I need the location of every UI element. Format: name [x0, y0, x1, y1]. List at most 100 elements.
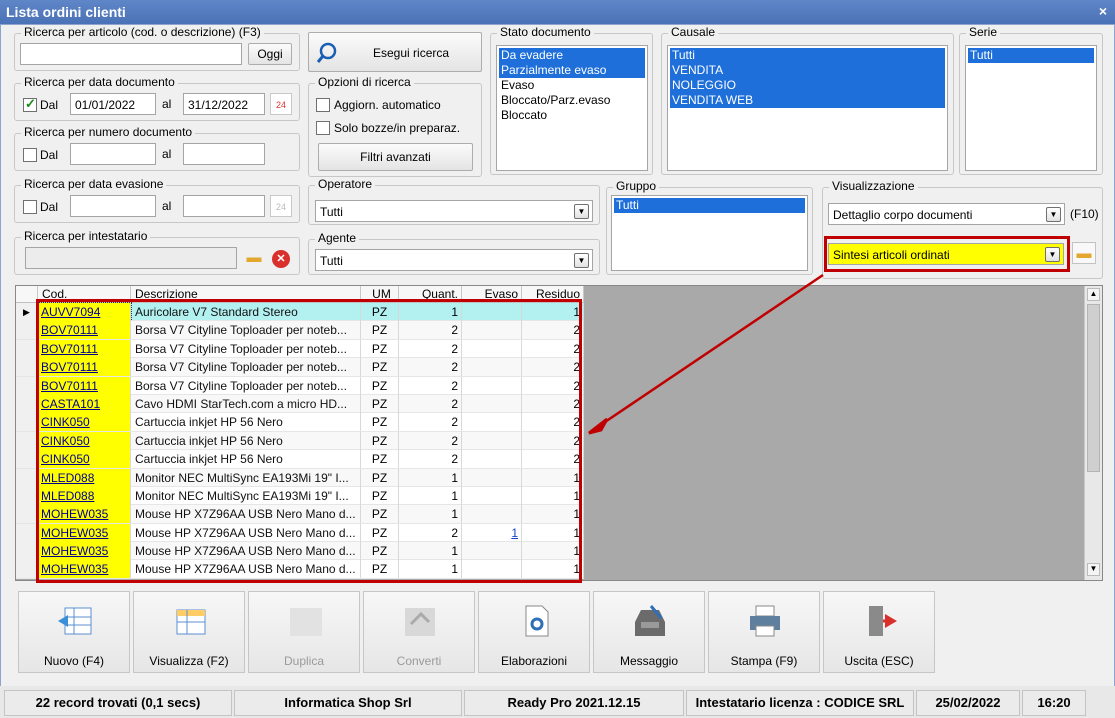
- search-options-group: Opzioni di ricerca Aggiorn. automatico S…: [308, 75, 482, 177]
- list-item[interactable]: Tutti: [614, 198, 805, 213]
- fulfillment-date-to-input[interactable]: [183, 195, 265, 217]
- chevron-down-icon: ▼: [574, 204, 589, 219]
- view-grid-icon: [171, 604, 209, 638]
- chevron-down-icon: ▼: [574, 253, 589, 268]
- row-indicator: [16, 376, 38, 395]
- list-item[interactable]: VENDITA WEB: [670, 93, 945, 108]
- close-icon[interactable]: ×: [1099, 3, 1107, 19]
- document-number-group: Ricerca per numero documento Dal al: [14, 125, 300, 171]
- row-indicator: [16, 486, 38, 505]
- scroll-up-icon[interactable]: ▲: [1087, 288, 1100, 301]
- fulfillment-date-group: Ricerca per data evasione Dal al 24: [14, 177, 300, 223]
- toolbar-button-document-gear[interactable]: Elaborazioni: [478, 591, 590, 673]
- list-item[interactable]: Parzialmente evaso: [499, 63, 645, 78]
- reason-list[interactable]: Tutti VENDITA NOLEGGIO VENDITA WEB: [667, 45, 948, 171]
- list-item[interactable]: Bloccato: [499, 108, 645, 123]
- document-number-checkbox[interactable]: [23, 148, 37, 162]
- folder-icon[interactable]: ▬: [1072, 242, 1096, 264]
- vertical-scrollbar[interactable]: ▲ ▼: [1084, 286, 1102, 580]
- toolbar-button-printer[interactable]: Stampa (F9): [708, 591, 820, 673]
- calendar-icon[interactable]: 24: [270, 93, 292, 115]
- chevron-down-icon: ▼: [1046, 207, 1061, 222]
- view-group: Visualizzazione Dettaglio corpo document…: [822, 179, 1103, 279]
- document-status-list[interactable]: Da evadere Parzialmente evaso Evaso Bloc…: [496, 45, 648, 171]
- row-indicator: [16, 321, 38, 340]
- orders-grid[interactable]: Cod. Descrizione UM Quant. Evaso Residuo…: [15, 285, 1103, 583]
- row-indicator: [16, 505, 38, 524]
- list-item[interactable]: Bloccato/Parz.evaso: [499, 93, 645, 108]
- detail-view-select[interactable]: Dettaglio corpo documenti ▼: [828, 203, 1065, 225]
- clear-icon[interactable]: ✕: [272, 250, 290, 268]
- series-legend: Serie: [966, 25, 1001, 39]
- list-item[interactable]: Evaso: [499, 78, 645, 93]
- folder-icon[interactable]: ▬: [242, 247, 266, 269]
- toolbar-button-label: Duplica: [283, 654, 325, 668]
- holder-search-input[interactable]: [25, 247, 237, 269]
- document-number-legend: Ricerca per numero documento: [21, 125, 196, 139]
- summary-view-select[interactable]: Sintesi articoli ordinati ▼: [828, 243, 1064, 265]
- view-legend: Visualizzazione: [829, 179, 918, 193]
- exit-door-icon: [861, 604, 899, 638]
- status-license: Intestatario licenza : CODICE SRL: [686, 690, 914, 716]
- holder-search-legend: Ricerca per intestatario: [21, 229, 151, 243]
- search-button[interactable]: Esegui ricerca: [308, 32, 482, 72]
- article-search-group: Ricerca per articolo (cod. o descrizione…: [14, 25, 300, 71]
- toolbar-button-label: Elaborazioni: [500, 654, 568, 668]
- fulfillment-date-from-input[interactable]: [70, 195, 156, 217]
- today-button[interactable]: Oggi: [248, 43, 292, 65]
- document-number-from-input[interactable]: [70, 143, 156, 165]
- list-item[interactable]: Da evadere: [499, 48, 645, 63]
- advanced-filters-button[interactable]: Filtri avanzati: [318, 143, 473, 171]
- status-version: Ready Pro 2021.12.15: [464, 690, 684, 716]
- row-indicator: [16, 431, 38, 450]
- document-number-to-input[interactable]: [183, 143, 265, 165]
- document-date-to-input[interactable]: 31/12/2022: [183, 93, 265, 115]
- new-grid-icon: [56, 604, 94, 638]
- document-date-from-input[interactable]: 01/01/2022: [70, 93, 156, 115]
- row-indicator: [16, 468, 38, 487]
- toolbar-button-label: Uscita (ESC): [844, 654, 914, 668]
- toolbar-button-label: Stampa (F9): [730, 654, 798, 668]
- toolbar-button-message-tray[interactable]: Messaggio: [593, 591, 705, 673]
- row-indicator: [16, 450, 38, 469]
- calendar-icon[interactable]: 24: [270, 195, 292, 217]
- window-client: Ricerca per articolo (cod. o descrizione…: [0, 24, 1115, 718]
- convert-icon: [401, 604, 439, 638]
- group-list[interactable]: Tutti: [611, 195, 808, 271]
- drafts-only-checkbox[interactable]: [316, 121, 330, 135]
- operator-legend: Operatore: [315, 177, 376, 191]
- message-tray-icon: [631, 604, 669, 638]
- fulfillment-date-checkbox[interactable]: [23, 200, 37, 214]
- toolbar-button-exit-door[interactable]: Uscita (ESC): [823, 591, 935, 673]
- toolbar-button-label: Visualizza (F2): [149, 654, 229, 668]
- search-button-label: Esegui ricerca: [373, 46, 450, 60]
- list-item[interactable]: VENDITA: [670, 63, 945, 78]
- list-item[interactable]: Tutti: [670, 48, 945, 63]
- fulfillment-date-legend: Ricerca per data evasione: [21, 177, 167, 191]
- drafts-only-label: Solo bozze/in preparaz.: [334, 121, 461, 135]
- search-icon: [316, 42, 337, 63]
- agent-value: Tutti: [320, 254, 343, 268]
- operator-group: Operatore Tutti ▼: [308, 177, 600, 225]
- document-date-checkbox[interactable]: [23, 96, 37, 112]
- detail-view-value: Dettaglio corpo documenti: [833, 208, 973, 222]
- series-list[interactable]: Tutti: [965, 45, 1097, 171]
- summary-view-value: Sintesi articoli ordinati: [833, 248, 950, 262]
- document-date-from-label: Dal: [40, 98, 59, 112]
- auto-update-checkbox[interactable]: [316, 98, 330, 112]
- list-item[interactable]: Tutti: [968, 48, 1094, 63]
- agent-select[interactable]: Tutti ▼: [315, 249, 593, 271]
- document-gear-icon: [516, 604, 554, 638]
- toolbar-button-view-grid[interactable]: Visualizza (F2): [133, 591, 245, 673]
- agent-group: Agente Tutti ▼: [308, 231, 600, 275]
- toolbar-button-duplicate[interactable]: Duplica: [248, 591, 360, 673]
- article-search-input[interactable]: [20, 43, 242, 65]
- list-item[interactable]: NOLEGGIO: [670, 78, 945, 93]
- advanced-filters-label: Filtri avanzati: [360, 150, 431, 164]
- scroll-down-icon[interactable]: ▼: [1087, 563, 1100, 576]
- scroll-thumb[interactable]: [1087, 304, 1100, 472]
- operator-select[interactable]: Tutti ▼: [315, 200, 593, 222]
- row-indicator-header: [16, 286, 38, 303]
- toolbar-button-convert[interactable]: Converti: [363, 591, 475, 673]
- toolbar-button-new-grid[interactable]: Nuovo (F4): [18, 591, 130, 673]
